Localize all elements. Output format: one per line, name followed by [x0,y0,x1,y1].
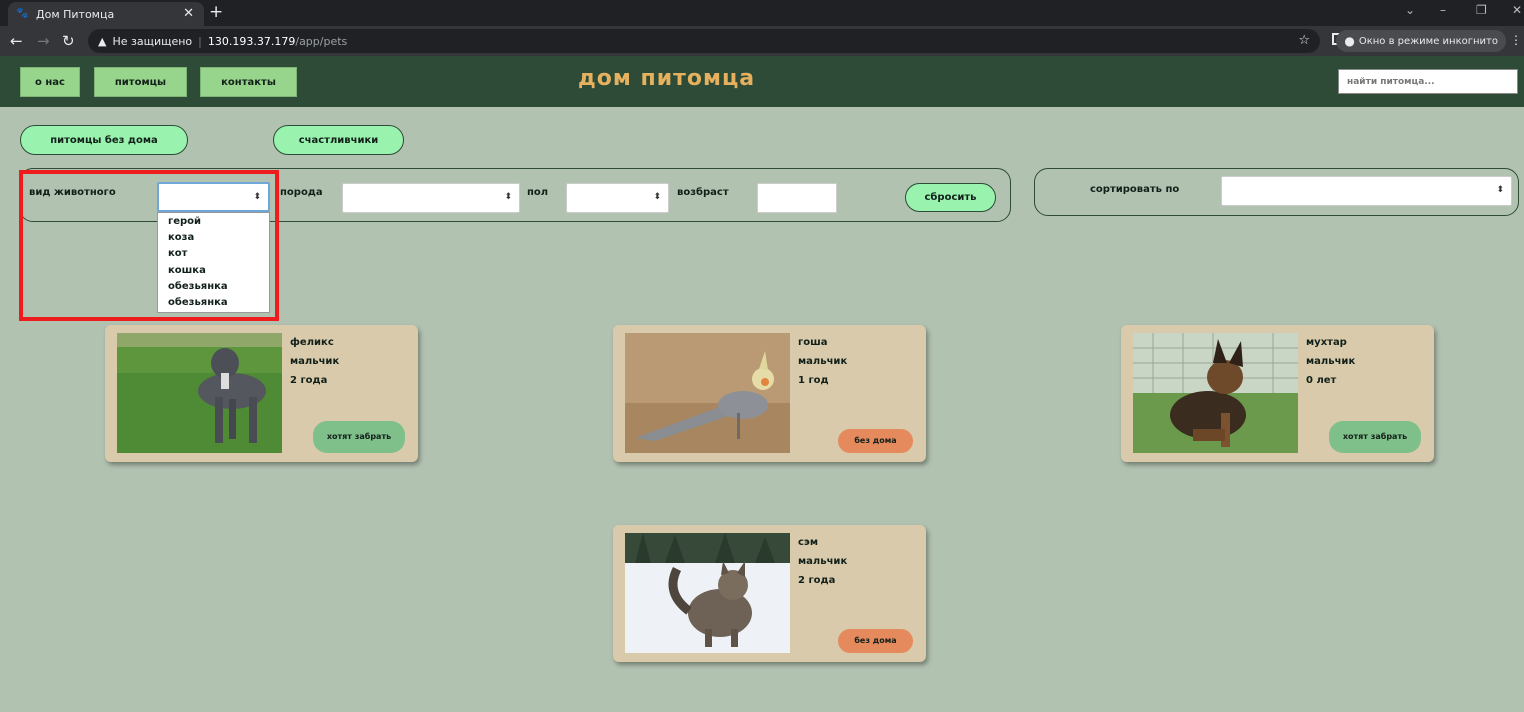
tab-title: Дом Питомца [36,7,115,21]
tab-search-icon[interactable]: ⌄ [1405,3,1415,17]
pet-sex: мальчик [1306,356,1356,367]
nav-contacts-button[interactable]: контакты [200,67,297,97]
pet-age: 1 год [798,375,829,386]
site-header: о нас питомцы контакты дом питомца найти… [0,56,1524,107]
incognito-badge[interactable]: ● Окно в режиме инкогнито [1336,30,1506,52]
age-label: возбраст [677,187,729,198]
reset-button[interactable]: сбросить [905,183,996,212]
browser-tab[interactable]: 🐾 Дом Питомца ✕ [8,2,204,26]
restore-icon[interactable]: ❐ [1476,3,1487,17]
site-title: дом питомца [578,66,756,91]
nav-about-button[interactable]: о нас [20,67,80,97]
pet-name: гоша [798,337,828,348]
pet-info: гоша мальчик 1 год [798,333,847,390]
age-input[interactable] [757,183,837,213]
pet-card[interactable]: гоша мальчик 1 год без дома [613,325,926,462]
pet-status-badge[interactable]: хотят забрать [1329,421,1421,453]
pet-info: феликс мальчик 2 года [290,333,339,390]
url-path: /app/pets [295,34,348,48]
minimize-icon[interactable]: – [1440,3,1446,17]
pet-name: мухтар [1306,337,1347,348]
tab-lucky-pets[interactable]: счастливчики [273,125,404,155]
sort-select[interactable]: ⬍ [1221,176,1512,206]
pet-photo-parrot [625,333,790,453]
pet-card[interactable]: феликс мальчик 2 года хотят забрать [105,325,418,462]
menu-icon[interactable]: ⋮ [1510,33,1522,47]
pet-photo-dog [117,333,282,453]
insecure-label: Не защищено [112,34,193,48]
pet-age: 2 года [290,375,328,386]
sex-select[interactable]: ⬍ [566,183,669,213]
pet-info: сэм мальчик 2 года [798,533,847,590]
pet-photo-puppy [1133,333,1298,453]
pet-photo-cat [625,533,790,653]
pet-status-badge[interactable]: без дома [838,429,913,453]
pet-status-badge[interactable]: без дома [838,629,913,653]
url-host: 130.193.37.179 [207,34,296,48]
breed-label: порода [280,187,323,198]
search-input[interactable]: найти питомца... [1338,69,1518,94]
tab-close-icon[interactable]: ✕ [183,6,194,21]
sex-label: пол [527,187,549,198]
nav-pets-button[interactable]: питомцы [94,67,187,97]
back-icon[interactable]: ← [10,32,23,50]
breed-select[interactable]: ⬍ [342,183,520,213]
address-bar[interactable]: ▲ Не защищено | 130.193.37.179 /app/pets [88,29,1320,53]
site-favicon-icon: 🐾 [16,8,29,19]
pet-card[interactable]: сэм мальчик 2 года без дома [613,525,926,662]
pet-info: мухтар мальчик 0 лет [1306,333,1355,390]
reload-icon[interactable]: ↻ [62,32,75,50]
select-arrows-icon: ⬍ [653,192,661,202]
select-arrows-icon: ⬍ [1496,185,1504,195]
pet-sex: мальчик [798,356,848,367]
incognito-icon: ● [1344,34,1355,48]
annotation-highlight-box [19,170,279,321]
address-bar-row: ← → ↻ ▲ Не защищено | 130.193.37.179 /ap… [0,26,1524,56]
url-separator: | [198,34,202,48]
pet-age: 2 года [798,575,836,586]
sort-label: сортировать по [1090,184,1180,195]
new-tab-icon[interactable]: + [209,2,223,22]
pet-name: сэм [798,537,819,548]
incognito-label: Окно в режиме инкогнито [1358,35,1498,47]
warning-icon: ▲ [98,34,107,48]
tab-homeless-pets[interactable]: питомцы без дома [20,125,188,155]
pet-sex: мальчик [290,356,340,367]
select-arrows-icon: ⬍ [504,192,512,202]
close-window-icon[interactable]: ✕ [1512,3,1522,17]
pet-card[interactable]: мухтар мальчик 0 лет хотят забрать [1121,325,1434,462]
pet-sex: мальчик [798,556,848,567]
pet-name: феликс [290,337,334,348]
forward-icon[interactable]: → [37,32,50,50]
pet-age: 0 лет [1306,375,1337,386]
browser-tab-strip: 🐾 Дом Питомца ✕ + ⌄ – ❐ ✕ [0,0,1524,26]
pet-status-badge[interactable]: хотят забрать [313,421,405,453]
bookmark-star-icon[interactable]: ☆ [1298,33,1310,48]
